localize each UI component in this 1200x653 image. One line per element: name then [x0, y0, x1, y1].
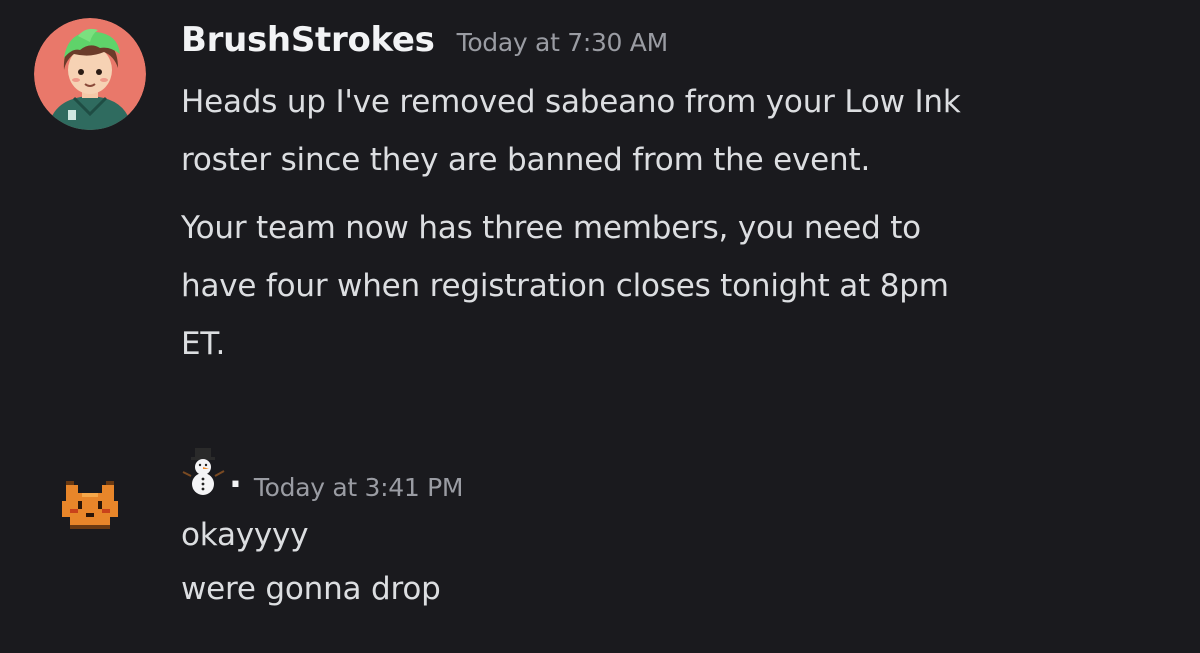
timestamp[interactable]: Today at 7:30 AM: [457, 28, 669, 57]
message-line: okayyyy: [181, 517, 309, 553]
snowman-icon: [182, 448, 225, 495]
pixel-cat-avatar-icon: [62, 481, 118, 529]
message-line: roster since they are banned from the ev…: [181, 142, 871, 178]
username-suffix: .: [229, 456, 242, 496]
chat-log: BrushStrokes Today at 7:30 AM Heads up I…: [0, 0, 1200, 653]
message-paragraph: Your team now has three members, you nee…: [181, 199, 1171, 373]
user-avatar[interactable]: [62, 477, 118, 533]
message-line: Your team now has three members, you nee…: [181, 210, 921, 246]
message-header: . Today at 3:41 PM: [181, 446, 463, 502]
message-line: Heads up I've removed sabeano from your …: [181, 84, 961, 120]
username[interactable]: BrushStrokes: [181, 20, 435, 60]
message-line: ET.: [181, 326, 226, 362]
message-paragraph: Heads up I've removed sabeano from your …: [181, 73, 1171, 189]
green-haired-character-avatar-icon: [34, 18, 146, 130]
message-line: were gonna drop: [181, 571, 441, 607]
username[interactable]: .: [181, 446, 254, 496]
timestamp[interactable]: Today at 3:41 PM: [254, 473, 464, 502]
message-line: have four when registration closes tonig…: [181, 268, 949, 304]
message-header: BrushStrokes Today at 7:30 AM: [181, 20, 668, 60]
message-content: Heads up I've removed sabeano from your …: [181, 73, 1171, 383]
user-avatar[interactable]: [34, 18, 146, 130]
message-content: okayyyy were gonna drop: [181, 508, 1171, 616]
